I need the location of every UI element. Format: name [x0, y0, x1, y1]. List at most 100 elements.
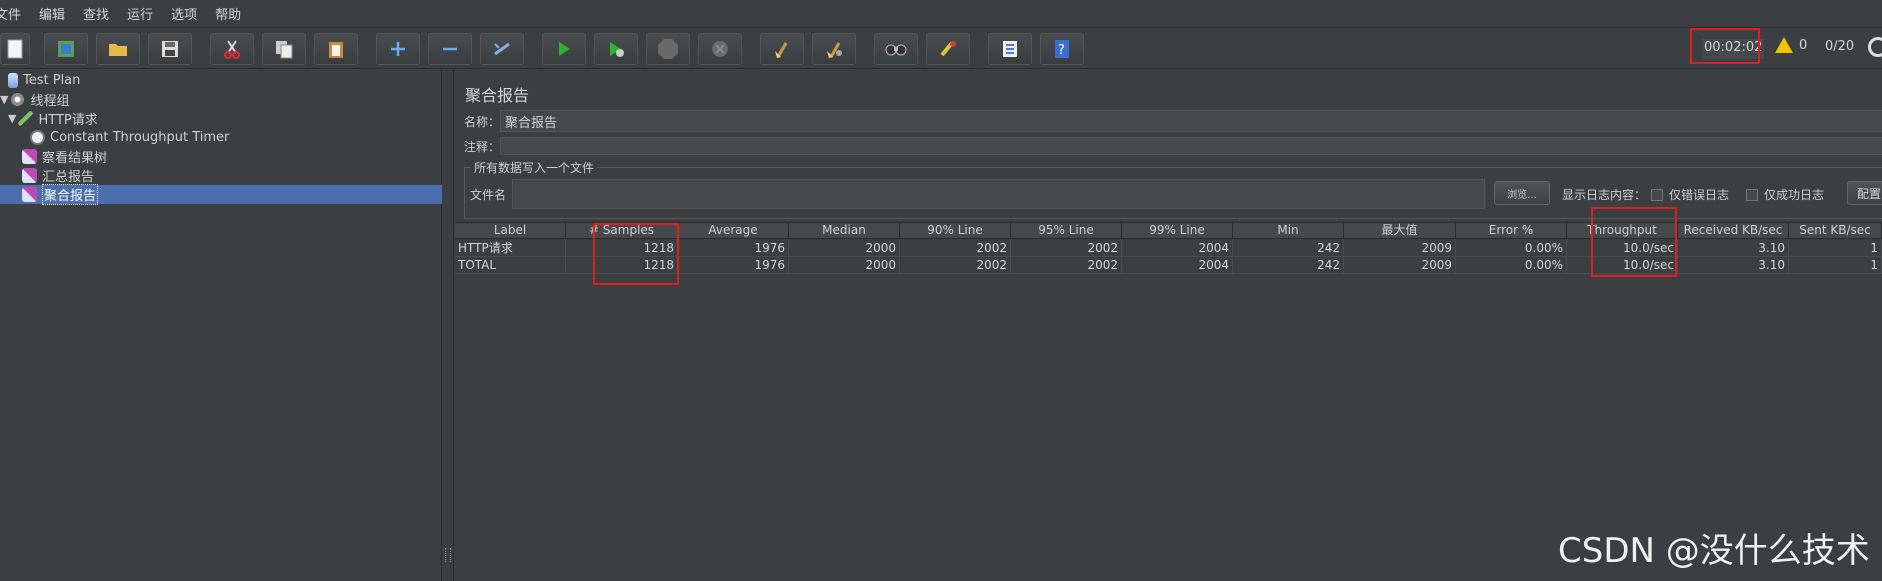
name-label: 名称：	[464, 114, 501, 129]
search-icon[interactable]	[874, 33, 918, 65]
col-header-average[interactable]: Average	[678, 223, 789, 239]
table-cell[interactable]: 2002	[900, 240, 1011, 256]
success-only-checkbox[interactable]	[1746, 188, 1758, 201]
menu-help[interactable]: 帮助	[206, 4, 250, 23]
clear-all-icon[interactable]	[812, 33, 856, 65]
col-header-90-line[interactable]: 90% Line	[900, 223, 1011, 239]
table-cell[interactable]: TOTAL	[455, 257, 566, 273]
menu-run[interactable]: 运行	[118, 4, 162, 23]
chart-icon	[22, 168, 37, 183]
active-threads: 0/20	[1825, 39, 1855, 54]
tree-node-view-results-tree[interactable]: 察看结果树	[22, 147, 107, 166]
table-cell[interactable]: 1976	[678, 257, 789, 273]
browse-button[interactable]: 浏览...	[1494, 181, 1550, 205]
table-cell[interactable]: 3.10	[1678, 240, 1789, 256]
test-plan-tree: Test Plan ▼ 线程组 ▼ HTTP请求 Constant Throug…	[0, 70, 442, 581]
table-cell[interactable]: 2009	[1344, 240, 1456, 256]
aggregate-report-panel: 聚合报告 名称： 聚合报告 注释： 所有数据写入一个文件 文件名 浏览... 显…	[455, 70, 1882, 581]
col-header-99-line[interactable]: 99% Line	[1122, 223, 1233, 239]
shutdown-icon[interactable]	[698, 33, 742, 65]
svg-text:?: ?	[1058, 43, 1065, 58]
paste-icon[interactable]	[314, 33, 358, 65]
table-cell[interactable]: 2000	[789, 240, 900, 256]
warning-icon	[1775, 37, 1793, 53]
tree-node-constant-throughput-timer[interactable]: Constant Throughput Timer	[30, 128, 229, 147]
tree-node-label: 汇总报告	[42, 170, 95, 185]
expand-icon[interactable]	[376, 33, 420, 65]
menu-file[interactable]: 文件	[0, 4, 30, 23]
copy-icon[interactable]	[262, 33, 306, 65]
page-title: 聚合报告	[465, 86, 530, 105]
function-helper-icon[interactable]	[988, 33, 1032, 65]
table-cell[interactable]: 2004	[1122, 240, 1233, 256]
table-cell[interactable]: 2000	[789, 257, 900, 273]
col-header-label[interactable]: Label	[455, 223, 566, 239]
start-no-pause-icon[interactable]	[594, 33, 638, 65]
help-icon[interactable]: ?	[1040, 33, 1084, 65]
new-icon[interactable]	[0, 33, 30, 65]
filename-input[interactable]	[512, 179, 1485, 209]
table-cell[interactable]: 2009	[1344, 257, 1456, 273]
tree-node-summary-report[interactable]: 汇总报告	[22, 166, 94, 185]
col-header-max[interactable]: 最大值	[1344, 223, 1456, 239]
tree-node-thread-group[interactable]: ▼ 线程组	[0, 90, 69, 109]
menu-options[interactable]: 选项	[162, 4, 206, 23]
table-cell[interactable]: 2002	[1011, 240, 1122, 256]
flask-icon	[8, 73, 18, 88]
col-header-error[interactable]: Error %	[1456, 223, 1567, 239]
clear-icon[interactable]	[760, 33, 804, 65]
comment-label: 注释：	[464, 139, 501, 154]
table-cell[interactable]: 242	[1233, 240, 1344, 256]
errors-only-option[interactable]: 仅错误日志	[1651, 186, 1729, 203]
col-header-median[interactable]: Median	[789, 223, 900, 239]
stop-icon[interactable]	[646, 33, 690, 65]
success-only-label: 仅成功日志	[1764, 188, 1825, 202]
split-pane-divider[interactable]	[442, 70, 454, 581]
tree-node-test-plan[interactable]: Test Plan	[8, 71, 80, 90]
menu-search[interactable]: 查找	[74, 4, 118, 23]
comment-field[interactable]	[500, 137, 1882, 155]
open-icon[interactable]	[96, 33, 140, 65]
table-cell[interactable]: 1	[1789, 257, 1882, 273]
collapse-icon[interactable]	[428, 33, 472, 65]
expand-arrow-icon[interactable]: ▼	[0, 93, 8, 106]
chart-icon	[22, 149, 37, 164]
fileset-legend: 所有数据写入一个文件	[471, 159, 598, 176]
tree-node-http-request[interactable]: ▼ HTTP请求	[8, 109, 98, 128]
start-icon[interactable]	[542, 33, 586, 65]
templates-icon[interactable]	[44, 33, 88, 65]
table-cell[interactable]: 2002	[900, 257, 1011, 273]
table-cell[interactable]: 0.00%	[1456, 240, 1567, 256]
save-icon[interactable]	[148, 33, 192, 65]
toggle-icon[interactable]	[480, 33, 524, 65]
table-cell[interactable]: 2004	[1122, 257, 1233, 273]
errors-only-label: 仅错误日志	[1669, 188, 1730, 202]
table-cell[interactable]: 0.00%	[1456, 257, 1567, 273]
errors-only-checkbox[interactable]	[1651, 188, 1663, 201]
cut-icon[interactable]	[210, 33, 254, 65]
col-header-sent[interactable]: Sent KB/sec	[1789, 223, 1882, 239]
table-cell[interactable]: 1976	[678, 240, 789, 256]
table-cell[interactable]: 2002	[1011, 257, 1122, 273]
success-only-option[interactable]: 仅成功日志	[1746, 186, 1824, 203]
highlight-box-samples	[593, 223, 679, 285]
expand-arrow-icon[interactable]: ▼	[8, 112, 16, 125]
log-content-label: 显示日志内容：	[1562, 188, 1647, 202]
col-header-95-line[interactable]: 95% Line	[1011, 223, 1122, 239]
table-cell[interactable]: 3.10	[1678, 257, 1789, 273]
tree-node-aggregate-report[interactable]: 聚合报告	[0, 184, 442, 205]
settings-icon[interactable]	[1868, 37, 1882, 57]
col-header-min[interactable]: Min	[1233, 223, 1344, 239]
toolbar: ? 00:02:02 0 0/20	[0, 28, 1882, 69]
configure-button[interactable]: 配置	[1847, 181, 1882, 205]
table-cell[interactable]: HTTP请求	[455, 240, 566, 256]
reset-search-icon[interactable]	[926, 33, 970, 65]
col-header-received[interactable]: Received KB/sec	[1678, 223, 1789, 239]
divider-grip[interactable]	[445, 548, 451, 562]
table-cell[interactable]: 242	[1233, 257, 1344, 273]
name-field[interactable]: 聚合报告	[500, 110, 1882, 132]
warning-indicator[interactable]: 0	[1775, 37, 1807, 53]
watermark: CSDN @没什么技术	[1558, 531, 1870, 571]
table-cell[interactable]: 1	[1789, 240, 1882, 256]
menu-edit[interactable]: 编辑	[30, 4, 74, 23]
